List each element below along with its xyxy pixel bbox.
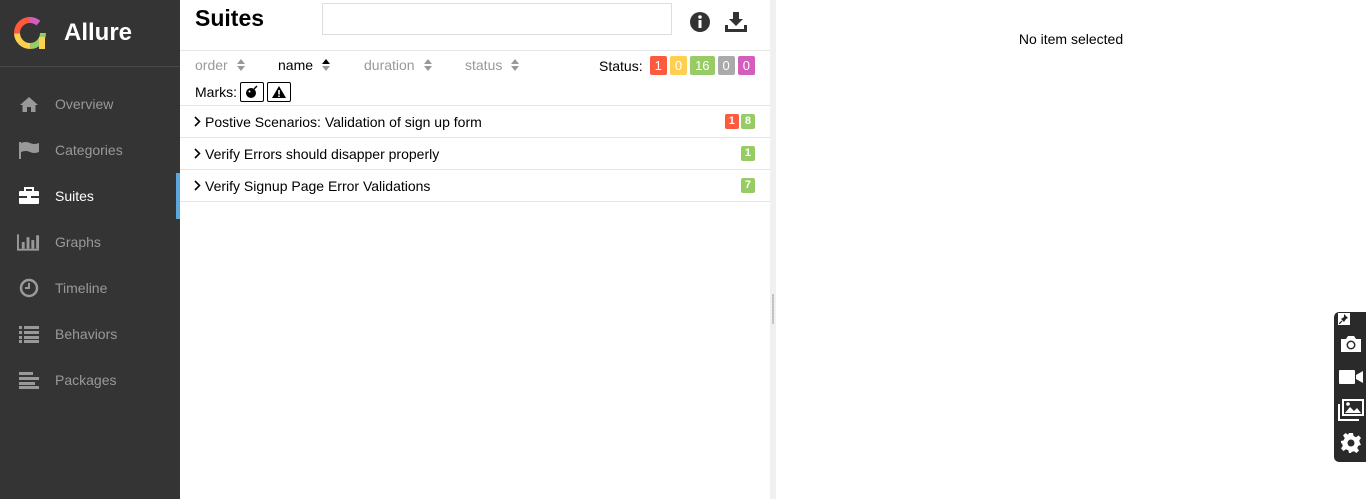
empty-state-message: No item selected (1018, 31, 1124, 47)
pane-header: Suites (180, 0, 770, 51)
sort-order-label: order (195, 57, 228, 73)
marks-label: Marks: (195, 84, 237, 100)
info-icon[interactable] (688, 10, 712, 34)
sort-status[interactable]: status (465, 57, 520, 73)
sort-name-label: name (278, 57, 314, 73)
passed-count-badge: 7 (740, 178, 755, 193)
status-broken-toggle[interactable]: 0 (669, 56, 688, 75)
camera-icon[interactable] (1338, 332, 1364, 356)
sidebar-item-suites[interactable]: Suites (0, 173, 180, 219)
sort-duration[interactable]: duration (364, 57, 432, 73)
status-filter: Status: 1 0 16 0 0 (599, 56, 755, 75)
row-title: Postive Scenarios: Validation of sign up… (205, 113, 482, 130)
page-title: Suites (195, 5, 265, 31)
sort-order[interactable]: order (195, 57, 245, 73)
sidebar: Allure Overview Categories Suites Graphs… (0, 0, 180, 499)
new-failed-mark-toggle[interactable] (267, 82, 291, 102)
sidebar-item-label: Categories (55, 142, 123, 158)
details-pane: No item selected (776, 0, 1366, 499)
bomb-icon (246, 85, 258, 98)
sort-arrows-icon (423, 59, 432, 71)
bar-chart-icon (17, 232, 40, 252)
allure-logo-icon (14, 17, 46, 49)
row-badges: 1 (739, 146, 755, 161)
video-camera-icon[interactable] (1338, 365, 1364, 389)
pin-icon[interactable] (1338, 313, 1350, 325)
row-badges: 1 8 (723, 114, 755, 129)
failed-count-badge: 1 (724, 114, 739, 129)
status-passed-toggle[interactable]: 16 (690, 56, 715, 75)
gallery-icon[interactable] (1338, 398, 1364, 422)
status-failed-toggle[interactable]: 1 (649, 56, 667, 75)
chevron-right-icon (192, 116, 202, 127)
sidebar-item-label: Packages (55, 372, 117, 388)
sidebar-item-packages[interactable]: Packages (0, 357, 180, 403)
chevron-right-icon (192, 180, 202, 191)
sidebar-item-label: Timeline (55, 280, 108, 296)
sort-duration-label: duration (364, 57, 415, 73)
status-skipped-toggle[interactable]: 0 (717, 56, 735, 75)
sidebar-item-graphs[interactable]: Graphs (0, 219, 180, 265)
marks-filter: Marks: (180, 79, 770, 106)
table-row[interactable]: Postive Scenarios: Validation of sign up… (180, 106, 770, 138)
row-title: Verify Signup Page Error Validations (205, 177, 431, 194)
sort-status-label: status (465, 57, 503, 73)
status-label: Status: (599, 57, 643, 74)
sidebar-item-timeline[interactable]: Timeline (0, 265, 180, 311)
sidebar-item-behaviors[interactable]: Behaviors (0, 311, 180, 357)
capture-toolbar (1334, 312, 1366, 462)
brand-name: Allure (64, 19, 133, 46)
clock-icon (17, 278, 40, 298)
sidebar-item-categories[interactable]: Categories (0, 127, 180, 173)
flaky-mark-toggle[interactable] (240, 82, 264, 102)
home-icon (17, 94, 40, 114)
sort-arrows-icon (236, 59, 245, 71)
warning-icon (272, 86, 286, 98)
settings-gear-icon[interactable] (1338, 431, 1364, 455)
passed-count-badge: 8 (740, 114, 755, 129)
splitter-grip[interactable] (772, 294, 774, 324)
row-badges: 7 (739, 178, 755, 193)
sort-asc-icon (322, 59, 331, 71)
suites-pane: Suites order name duration status Status… (180, 0, 770, 499)
sidebar-item-label: Graphs (55, 234, 101, 250)
list-icon (17, 324, 40, 344)
status-unknown-toggle[interactable]: 0 (737, 56, 755, 75)
table-row[interactable]: Verify Signup Page Error Validations 7 (180, 170, 770, 202)
download-icon[interactable] (724, 10, 748, 34)
sidebar-nav: Overview Categories Suites Graphs Timeli… (0, 81, 180, 403)
sidebar-item-label: Overview (55, 96, 114, 112)
allure-report-app: Allure Overview Categories Suites Graphs… (0, 0, 1366, 499)
sidebar-item-label: Suites (55, 188, 94, 204)
sort-arrows-icon (511, 59, 520, 71)
sidebar-item-label: Behaviors (55, 326, 118, 342)
brand[interactable]: Allure (0, 0, 180, 67)
sort-name[interactable]: name (278, 57, 331, 73)
sidebar-item-overview[interactable]: Overview (0, 81, 180, 127)
sort-bar: order name duration status Status: 1 0 1… (180, 51, 770, 79)
flag-icon (17, 140, 40, 160)
align-left-icon (17, 370, 40, 390)
suites-tree: Postive Scenarios: Validation of sign up… (180, 106, 770, 202)
passed-count-badge: 1 (740, 146, 755, 161)
table-row[interactable]: Verify Errors should disapper properly 1 (180, 138, 770, 170)
chevron-right-icon (192, 148, 202, 159)
briefcase-icon (17, 186, 40, 206)
row-title: Verify Errors should disapper properly (205, 145, 440, 162)
search-input[interactable] (322, 3, 672, 35)
